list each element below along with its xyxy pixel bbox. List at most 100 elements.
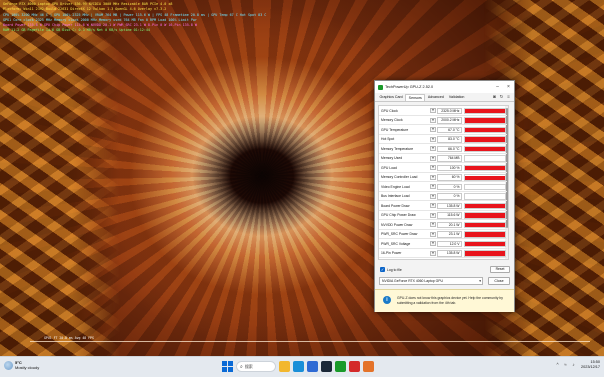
sensor-value: 12.0 V	[437, 240, 462, 247]
sensor-value: 135.8 W	[437, 250, 462, 257]
sensor-graph-fill	[465, 232, 505, 237]
sensor-value: 83.0 °C	[437, 136, 462, 143]
tab-sensors[interactable]: Sensors	[405, 94, 426, 101]
sensor-graph	[464, 107, 506, 114]
sensor-mode-dropdown[interactable]: ▾	[430, 193, 436, 199]
sensor-row: Memory Temperature ▾ 66.0 °C	[379, 144, 507, 154]
sensor-mode-dropdown[interactable]: ▾	[430, 222, 436, 227]
sensor-mode-dropdown[interactable]: ▾	[430, 108, 436, 113]
sensor-row: GPU Chip Power Draw ▾ 115.6 W	[379, 211, 507, 220]
refresh-icon[interactable]: ↻	[499, 94, 504, 99]
overlay-line: GeForce RTX 4060 Laptop GPU Driver 536.9…	[3, 2, 173, 6]
sensor-mode-dropdown[interactable]: ▾	[430, 231, 436, 237]
sensor-mode-dropdown[interactable]: ▾	[430, 184, 436, 189]
sensor-mode-dropdown[interactable]: ▾	[430, 212, 436, 218]
sensor-name: GPU Temperature	[381, 127, 409, 132]
weather-widget[interactable]: 5°C Mostly cloudy	[4, 360, 39, 370]
store-icon[interactable]	[307, 361, 318, 372]
sensor-row: GPU Temperature ▾ 67.0 °C	[379, 125, 507, 135]
gpuz-titlebar[interactable]: TechPowerUp GPU-Z 2.52.0 – ×	[375, 81, 514, 93]
app-red-icon[interactable]	[349, 361, 360, 372]
sensor-mode-dropdown[interactable]: ▾	[430, 155, 436, 161]
sensor-mode-dropdown[interactable]: ▾	[430, 127, 436, 132]
sensor-value: 67.0 °C	[437, 126, 462, 133]
windows-start-icon[interactable]	[222, 361, 233, 372]
sensor-list[interactable]: GPU Clock ▾ 2325.0 MHz Memory Clock ▾ 2000.2 …	[378, 105, 509, 260]
sensor-mode-dropdown[interactable]: ▾	[430, 146, 436, 151]
sensor-value: 0 %	[437, 193, 462, 200]
taskbar-apps: ⌕ 搜索	[222, 361, 374, 372]
file-explorer-icon[interactable]	[279, 361, 290, 372]
wifi-icon[interactable]: ≈	[563, 362, 568, 367]
weather-desc: Mostly cloudy	[15, 365, 40, 370]
sensor-graph	[464, 193, 506, 200]
sensor-graph	[464, 145, 506, 152]
edge-icon[interactable]	[293, 361, 304, 372]
sensor-mode-dropdown[interactable]: ▾	[430, 165, 436, 170]
sensor-mode-dropdown[interactable]: ▾	[430, 250, 436, 256]
sensor-value: 20.1 W	[437, 221, 462, 228]
system-tray: ^ ≈ ♪	[555, 362, 576, 367]
close-button[interactable]: Close	[488, 277, 510, 285]
chevron-up-icon[interactable]: ^	[555, 362, 560, 367]
app-orange-icon[interactable]	[363, 361, 374, 372]
sensor-name: Memory Used	[381, 156, 403, 160]
sensor-graph-fill	[465, 213, 505, 218]
close-window-button[interactable]: ×	[503, 81, 514, 93]
sensor-value: 135.8 W	[437, 202, 462, 209]
tab-tools: ◙ ↻ ≡	[492, 94, 511, 99]
sensor-graph-fill	[465, 175, 505, 180]
sensor-value: 23.1 W	[437, 231, 462, 238]
camera-icon[interactable]: ◙	[492, 94, 497, 99]
sensor-name: GPU Chip Power Draw	[381, 213, 416, 217]
tab-advanced[interactable]: Advanced	[425, 94, 446, 101]
sensor-graph	[464, 202, 506, 209]
frametime-line	[30, 341, 590, 342]
sensor-mode-dropdown[interactable]: ▾	[430, 117, 436, 123]
taskbar-clock[interactable]: 15:50 2023/12/17	[581, 360, 600, 370]
cloud-icon	[4, 360, 13, 370]
sensor-graph	[464, 126, 506, 133]
sensor-name: Board Power Draw	[381, 203, 410, 208]
info-icon: i	[383, 296, 391, 304]
taskbar: 5°C Mostly cloudy ⌕ 搜索 ^ ≈ ♪ 15:50 2023/…	[0, 356, 604, 377]
gpu-select-value: NVIDIA GeForce RTX 4060 Laptop GPU	[382, 279, 443, 283]
sensor-name: Memory Clock	[381, 118, 403, 122]
sensor-mode-dropdown[interactable]: ▾	[430, 241, 436, 246]
performance-overlay: GeForce RTX 4060 Laptop GPU Driver 536.9…	[3, 2, 333, 34]
gpu-select-dropdown[interactable]: NVIDIA GeForce RTX 4060 Laptop GPU ▾	[379, 277, 483, 285]
steam-icon[interactable]	[321, 361, 332, 372]
sensor-row: Memory Clock ▾ 2000.2 MHz	[379, 116, 507, 125]
sensor-row: GPU Clock ▾ 2325.0 MHz	[379, 106, 507, 116]
sensor-graph	[464, 155, 506, 162]
sensor-value: 764 MB	[437, 155, 462, 162]
sensor-graph-fill	[465, 137, 505, 142]
log-to-file-checkbox[interactable]: ✓	[380, 267, 385, 272]
tab-bar: Graphics Card Sensors Advanced Validatio…	[375, 93, 514, 102]
volume-icon[interactable]: ♪	[571, 362, 576, 367]
taskbar-search[interactable]: ⌕ 搜索	[236, 361, 276, 372]
sensor-graph	[464, 164, 506, 171]
sensor-graph-fill	[465, 108, 505, 113]
tab-graphics-card[interactable]: Graphics Card	[377, 94, 405, 101]
reset-button[interactable]: Reset	[490, 266, 510, 273]
sensor-value: 60 %	[437, 174, 462, 181]
sensor-row: GPU Load ▾ 100 %	[379, 163, 507, 173]
gpuz-taskbar-icon[interactable]	[335, 361, 346, 372]
sensor-graph	[464, 174, 506, 181]
search-icon: ⌕	[240, 363, 243, 370]
sensor-value: 115.6 W	[437, 212, 462, 219]
menu-icon[interactable]: ≡	[506, 94, 511, 99]
sensor-mode-dropdown[interactable]: ▾	[430, 174, 436, 180]
minimize-button[interactable]: –	[492, 81, 503, 93]
sensor-mode-dropdown[interactable]: ▾	[430, 203, 436, 208]
sensor-row: PWR_SRC Voltage ▾ 12.0 V	[379, 239, 507, 249]
log-to-file-row[interactable]: ✓ Log to file	[380, 267, 402, 272]
overlay-line: CPU 100% 3200 MHz 46 C | GPU 100% 2325 M…	[3, 12, 267, 17]
sensor-name: NVVDD Power Draw	[381, 222, 413, 227]
sensor-value: 66.0 °C	[437, 145, 462, 152]
gpuz-window: TechPowerUp GPU-Z 2.52.0 – × Graphics Ca…	[374, 80, 515, 312]
sensor-name: PWR_SRC Voltage	[381, 241, 411, 246]
tab-validation[interactable]: Validation	[446, 94, 467, 101]
sensor-mode-dropdown[interactable]: ▾	[430, 136, 436, 142]
